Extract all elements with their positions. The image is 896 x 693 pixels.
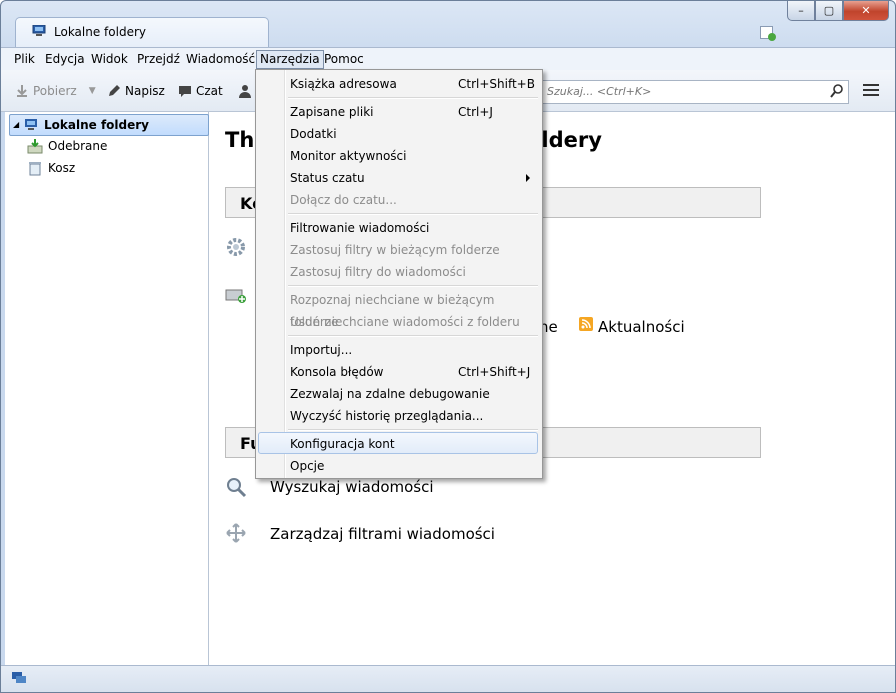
menu-item-label: Opcje: [290, 459, 325, 473]
new-tab-icon[interactable]: [758, 26, 776, 41]
folder-local-folders[interactable]: ◢ Lokalne foldery: [9, 114, 209, 136]
menu-item-options[interactable]: Opcje: [258, 455, 538, 477]
window-tab[interactable]: Lokalne foldery: [15, 17, 269, 48]
expand-triangle-icon[interactable]: ◢: [13, 115, 19, 135]
menu-message[interactable]: Wiadomość: [183, 51, 258, 68]
menu-item-account-settings[interactable]: Konfiguracja kont: [258, 432, 538, 454]
menu-item-label: Zastosuj filtry do wiadomości: [290, 265, 466, 279]
menu-separator: [288, 429, 538, 431]
menu-item-label: Filtrowanie wiadomości: [290, 221, 430, 235]
menu-item-shortcut: Ctrl+Shift+B: [458, 77, 535, 91]
menu-item-run-filters-message: Zastosuj filtry do wiadomości: [258, 261, 538, 283]
search-messages-link[interactable]: Wyszukaj wiadomości: [270, 478, 434, 496]
rss-icon: [579, 317, 593, 331]
address-book-button[interactable]: [238, 83, 256, 99]
menu-go[interactable]: Przejdź: [134, 51, 183, 68]
menu-item-import[interactable]: Importuj...: [258, 339, 538, 361]
tools-menu-dropdown: Książka adresowa Ctrl+Shift+B Zapisane pl…: [255, 69, 543, 479]
menu-item-clear-history[interactable]: Wyczyść historię przeglądania...: [258, 405, 538, 427]
get-messages-button[interactable]: Pobierz ▼: [15, 83, 96, 99]
magnifier-icon: [227, 478, 247, 498]
online-status-icon[interactable]: [11, 671, 27, 685]
minimize-button[interactable]: –: [787, 1, 815, 21]
menu-item-label: Zastosuj filtry w bieżącym folderze: [290, 243, 500, 257]
chat-bubble-icon: [179, 86, 191, 97]
computer-icon: [25, 119, 37, 130]
folder-label: Lokalne foldery: [44, 118, 149, 132]
search-input[interactable]: Szukaj... <Ctrl+K>: [539, 80, 849, 104]
add-account-icon: [225, 289, 246, 303]
menu-item-label: Dołącz do czatu...: [290, 193, 397, 207]
menu-item-saved-files[interactable]: Zapisane pliki Ctrl+J: [258, 101, 538, 123]
menu-item-junk-delete: Usuń niechciane wiadomości z folderu: [258, 311, 538, 333]
submenu-arrow-icon: [526, 174, 530, 182]
menu-item-label: Monitor aktywności: [290, 149, 407, 163]
menu-separator: [288, 285, 538, 287]
menu-separator: [288, 335, 538, 337]
menu-item-label: Dodatki: [290, 127, 337, 141]
menu-item-label: Zapisane pliki: [290, 105, 374, 119]
menu-item-message-filters[interactable]: Filtrowanie wiadomości: [258, 217, 538, 239]
menu-edit[interactable]: Edycja: [42, 51, 88, 68]
filter-arrows-icon: [226, 523, 246, 543]
search-placeholder: Szukaj... <Ctrl+K>: [547, 85, 652, 98]
menu-separator: [288, 213, 538, 215]
menu-item-run-filters-folder: Zastosuj filtry w bieżącym folderze: [258, 239, 538, 261]
gear-icon: [227, 238, 245, 256]
chat-button[interactable]: Czat: [178, 83, 223, 99]
maximize-button[interactable]: ▢: [815, 1, 843, 21]
menu-item-join-chat: Dołącz do czatu...: [258, 189, 538, 211]
search-icon[interactable]: [830, 84, 844, 98]
menu-view[interactable]: Widok: [88, 51, 131, 68]
menu-item-label: Książka adresowa: [290, 77, 397, 91]
menu-tools[interactable]: Narzędzia: [256, 50, 324, 69]
menu-item-label: Zezwalaj na zdalne debugowanie: [290, 387, 490, 401]
app-menu-icon[interactable]: [863, 84, 879, 99]
write-button[interactable]: Napisz: [107, 83, 165, 99]
menu-item-shortcut: Ctrl+J: [458, 105, 493, 119]
pencil-icon: [109, 85, 120, 96]
menu-file[interactable]: Plik: [11, 51, 38, 68]
computer-icon: [32, 25, 46, 36]
menu-separator: [288, 97, 538, 99]
person-icon: [239, 85, 251, 98]
menu-item-label: Konsola błędów: [290, 365, 384, 379]
status-bar: [1, 665, 895, 692]
menu-item-remote-debugging[interactable]: Zezwalaj na zdalne debugowanie: [258, 383, 538, 405]
menu-item-error-console[interactable]: Konsola błędów Ctrl+Shift+J: [258, 361, 538, 383]
get-messages-label: Pobierz: [33, 84, 77, 98]
app-window: Lokalne foldery – ▢ ✕ Plik Edycja Widok …: [0, 0, 896, 693]
menu-item-label: Wyczyść historię przeglądania...: [290, 409, 484, 423]
menu-item-addons[interactable]: Dodatki: [258, 123, 538, 145]
folder-pane: ◢ Lokalne foldery Odebrane Kosz: [5, 112, 209, 665]
menu-item-junk-detect: Rozpoznaj niechciane w bieżącym folderze: [258, 289, 538, 329]
menu-item-chat-status[interactable]: Status czatu: [258, 167, 538, 189]
window-controls: – ▢ ✕: [787, 1, 889, 21]
folder-label: Odebrane: [48, 139, 108, 153]
write-label: Napisz: [125, 84, 165, 98]
menu-item-activity-monitor[interactable]: Monitor aktywności: [258, 145, 538, 167]
window-tab-title: Lokalne foldery: [54, 25, 146, 39]
menu-item-label: Status czatu: [290, 171, 365, 185]
menu-item-label: Importuj...: [290, 343, 353, 357]
trash-icon: [29, 162, 41, 176]
folder-label: Kosz: [48, 161, 76, 175]
menu-help[interactable]: Pomoc: [321, 51, 367, 68]
inbox-icon: [27, 139, 43, 154]
menu-item-label: Usuń niechciane wiadomości z folderu: [290, 315, 520, 329]
download-arrow-icon: [17, 85, 27, 97]
menu-item-label: Konfiguracja kont: [290, 437, 395, 451]
chevron-down-icon[interactable]: ▼: [89, 86, 96, 96]
menu-item-shortcut: Ctrl+Shift+J: [458, 365, 531, 379]
chat-label: Czat: [196, 84, 223, 98]
feeds-link[interactable]: Aktualności: [598, 318, 685, 336]
close-button[interactable]: ✕: [843, 1, 889, 21]
manage-filters-link[interactable]: Zarządzaj filtrami wiadomości: [270, 525, 495, 543]
menu-bar: Plik Edycja Widok Przejdź Wiadomość Narz…: [1, 47, 895, 70]
menu-item-address-book[interactable]: Książka adresowa Ctrl+Shift+B: [258, 73, 538, 95]
